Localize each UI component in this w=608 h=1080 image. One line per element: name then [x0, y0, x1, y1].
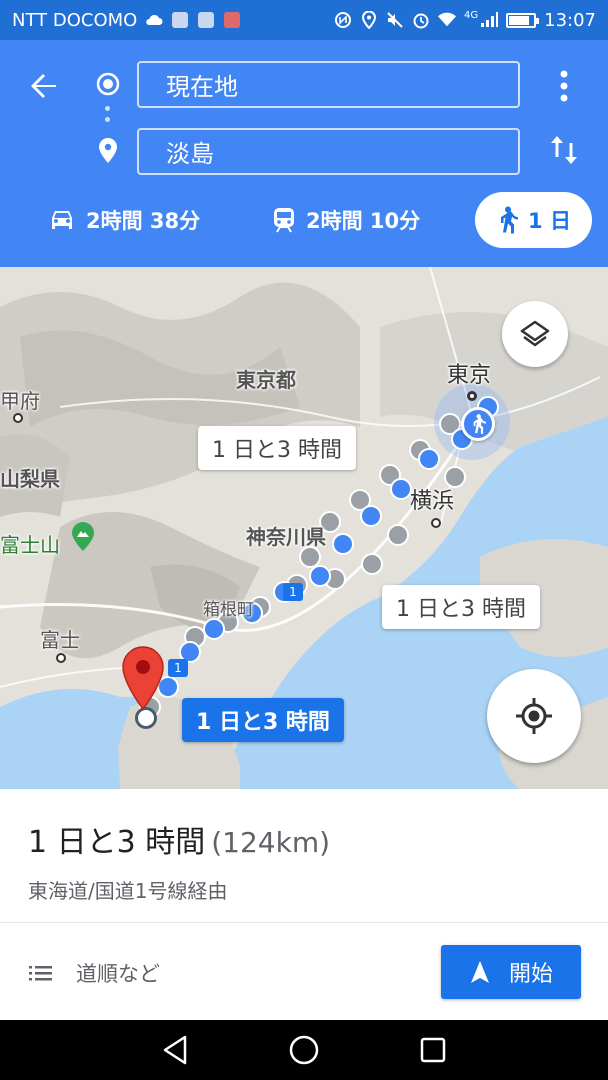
layers-button[interactable]: [502, 301, 568, 367]
car-icon: [52, 211, 72, 229]
swap-button[interactable]: [548, 132, 580, 168]
map-label-hakone: 箱根町: [203, 600, 254, 620]
divider: [0, 922, 608, 923]
route-summary: 1 日と3 時間 (124km): [28, 817, 330, 861]
mute-icon: [386, 11, 404, 29]
nfc-icon: [334, 11, 352, 29]
location-icon: [360, 11, 378, 29]
map-view[interactable]: 東京 東京都 甲府 山梨県 横浜 神奈川県 富士山 箱根町 富士 1 1 1 日…: [0, 267, 608, 789]
travel-modes: 2時間 38分 2時間 10分 1 日: [0, 192, 608, 252]
mode-walking-time: 1 日: [528, 209, 571, 233]
more-options-button[interactable]: [551, 66, 577, 106]
origin-marker-icon: [96, 72, 120, 96]
navigation-arrow-icon: [470, 961, 489, 983]
carrier-name: NTT DOCOMO: [12, 9, 138, 31]
list-icon: [29, 966, 52, 981]
alarm-icon: [412, 11, 430, 29]
network-type: 4G: [464, 9, 479, 21]
destination-pin-icon[interactable]: [121, 645, 165, 715]
square-recents-icon: [421, 1037, 446, 1063]
map-label-kofu: 甲府: [0, 389, 40, 413]
origin-walk-marker[interactable]: [461, 407, 495, 441]
nav-recents-button[interactable]: [413, 1030, 453, 1070]
directions-header: 現在地 淡島 2時間 38分 2時間 10分 1 日: [0, 40, 608, 267]
back-button[interactable]: [22, 64, 66, 108]
triangle-back-icon: [163, 1035, 186, 1065]
mode-driving-time: 2時間 38分: [86, 209, 201, 233]
route-time-bubble[interactable]: 1 日と3 時間: [198, 426, 356, 470]
start-button[interactable]: 開始: [441, 945, 581, 999]
mail-icon: [223, 11, 241, 29]
route-shield: 1: [168, 659, 188, 677]
walk-icon: [501, 206, 519, 234]
my-location-icon: [516, 698, 552, 734]
yokohama-marker: [431, 518, 441, 528]
fuji-marker: [56, 653, 66, 663]
start-label: 開始: [508, 962, 553, 987]
route-shield: 1: [283, 583, 303, 601]
circle-home-icon: [289, 1035, 319, 1065]
map-label-tokyo: 東京: [447, 363, 492, 388]
route-duration: 1 日と3 時間: [28, 825, 206, 860]
route-distance: (124km): [211, 826, 331, 859]
route-via: 東海道/国道1号線経由: [28, 879, 228, 903]
my-location-button[interactable]: [487, 669, 581, 763]
route-connector: [105, 106, 111, 128]
status-bar: NTT DOCOMO 4G 13:07: [0, 0, 608, 40]
battery-icon: [506, 12, 540, 28]
origin-field[interactable]: 現在地: [137, 61, 520, 108]
map-label-yokohama: 横浜: [410, 489, 455, 514]
more-vert-icon: [560, 70, 568, 102]
signal-icon: [480, 11, 499, 29]
walk-icon: [473, 414, 486, 434]
mode-transit[interactable]: 2時間 10分: [272, 192, 420, 248]
route-time-bubble-selected[interactable]: 1 日と3 時間: [182, 698, 344, 742]
layers-icon: [520, 320, 550, 347]
clock: 13:07: [544, 9, 596, 31]
cloud-icon: [145, 11, 163, 29]
tokyo-marker: [467, 391, 477, 401]
mountain-poi-icon: [70, 522, 96, 556]
map-label-fujisan: 富士山: [0, 533, 60, 557]
train-icon: [274, 208, 294, 233]
wifi-icon: [438, 11, 456, 29]
mode-transit-time: 2時間 10分: [306, 209, 421, 233]
app-icon: [171, 11, 189, 29]
destination-field[interactable]: 淡島: [137, 128, 520, 175]
route-summary-sheet: 1 日と3 時間 (124km) 東海道/国道1号線経由 道順など 開始: [0, 789, 608, 1020]
nav-home-button[interactable]: [284, 1030, 324, 1070]
system-nav-bar: [0, 1020, 608, 1080]
mode-driving[interactable]: 2時間 38分: [48, 192, 200, 248]
arrow-back-icon: [31, 74, 56, 98]
map-label-yamanashi: 山梨県: [0, 467, 60, 491]
map-label-kanagawa: 神奈川県: [246, 525, 326, 549]
nav-back-button[interactable]: [155, 1030, 195, 1070]
destination-pin-icon: [97, 138, 119, 164]
map-label-fuji: 富士: [40, 628, 80, 652]
app-icon: [197, 11, 215, 29]
map-label-tokyo-to: 東京都: [236, 368, 296, 392]
mode-walking[interactable]: 1 日: [475, 192, 592, 248]
kofu-marker: [13, 413, 23, 423]
route-time-bubble[interactable]: 1 日と3 時間: [382, 585, 540, 629]
swap-vert-icon: [551, 136, 577, 164]
steps-button[interactable]: 道順など: [28, 953, 160, 993]
steps-label: 道順など: [76, 962, 160, 986]
